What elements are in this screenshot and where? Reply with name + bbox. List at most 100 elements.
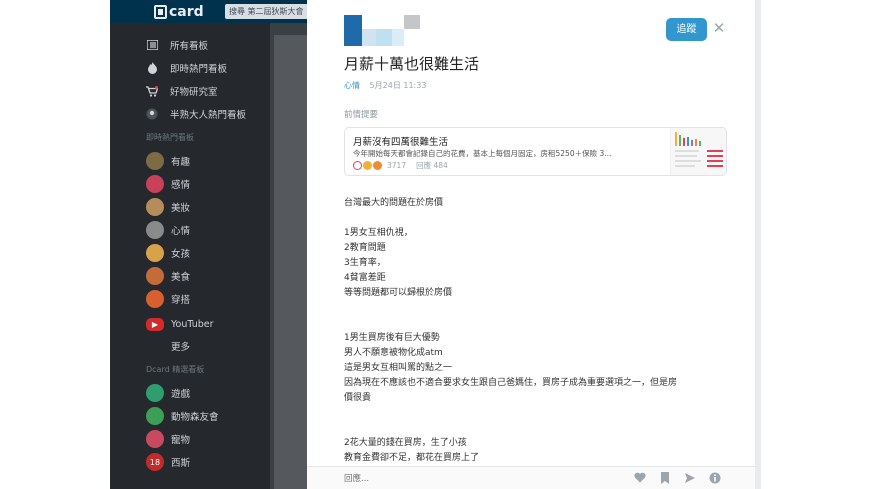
content-line bbox=[344, 421, 724, 436]
previous-post-label: 前情提要 bbox=[344, 110, 379, 120]
content-line: 2花大量的錢在買房，生了小孩 bbox=[344, 438, 467, 448]
post-board-link[interactable]: 心情 bbox=[344, 81, 360, 90]
content-line: 因為現在不應該也不適合要求女生跟自己爸媽住，買房子成為重要選項之一，但是房 bbox=[344, 378, 678, 388]
content-line bbox=[344, 301, 724, 316]
logo-text: card bbox=[169, 3, 204, 20]
sidebar-item-goods-lab[interactable]: 好物研究室 bbox=[146, 81, 218, 101]
content-line: 1男女互相仇視， bbox=[344, 228, 413, 238]
post-meta: 心情 5月24日 11:33 bbox=[344, 80, 426, 91]
previous-post-excerpt: 今年開始每天都會記錄自己的花費，基本上每個月固定，房租5250＋保險 3... bbox=[353, 149, 612, 158]
modal-scrollbar[interactable] bbox=[755, 0, 761, 489]
board-avatar-icon bbox=[146, 407, 164, 425]
previous-post-card[interactable]: 月薪沒有四萬很難生活 今年開始每天都會記錄自己的花費，基本上每個月固定，房租52… bbox=[344, 127, 727, 176]
community-icon bbox=[146, 108, 158, 120]
sidebar-item-label: 所有看板 bbox=[170, 41, 209, 52]
previous-post-replies: 回應 484 bbox=[416, 161, 448, 170]
board-item[interactable]: 18 西斯 bbox=[146, 452, 190, 472]
sidebar: 所有看板 即時熱門看板 好物研究室 半熟大人熱門看板 即時熱門看板 有趣 感情 … bbox=[110, 23, 270, 489]
board-item[interactable]: 遊戲 bbox=[146, 383, 190, 403]
board-item[interactable]: 感情 bbox=[146, 174, 190, 194]
board-item[interactable]: 心情 bbox=[146, 220, 190, 240]
sidebar-item-all-boards[interactable]: 所有看板 bbox=[146, 35, 208, 55]
author-avatar-pixelated bbox=[344, 15, 420, 46]
content-line bbox=[344, 406, 724, 421]
dcard-logo[interactable]: card bbox=[154, 2, 204, 21]
cart-icon bbox=[146, 85, 158, 97]
reply-bar bbox=[307, 466, 761, 489]
sidebar-item-label: 即時熱門看板 bbox=[170, 64, 228, 75]
board-label: 心情 bbox=[171, 226, 191, 237]
bookmark-icon[interactable] bbox=[658, 472, 671, 485]
board-avatar-icon bbox=[146, 384, 164, 402]
board-item[interactable]: 美食 bbox=[146, 266, 190, 286]
board-label: YouTuber bbox=[171, 318, 214, 330]
board-label: 穿搭 bbox=[171, 295, 191, 306]
heart-reaction-icon bbox=[353, 161, 362, 170]
post-modal-body[interactable]: 追蹤 ✕ 月薪十萬也很難生活 心情 5月24日 11:33 前情提要 月薪沒有四… bbox=[307, 0, 761, 466]
board-item[interactable]: 寵物 bbox=[146, 429, 190, 449]
board-item[interactable]: 動物森友會 bbox=[146, 406, 219, 426]
board-item[interactable]: 美妝 bbox=[146, 197, 190, 217]
post-date: 5月24日 11:33 bbox=[369, 81, 427, 90]
board-avatar-icon bbox=[146, 430, 164, 448]
content-line: 1男生買房後有巨大優勢 bbox=[344, 333, 440, 343]
content-line bbox=[344, 316, 724, 331]
sidebar-item-label: 好物研究室 bbox=[170, 87, 218, 98]
board-label: 女孩 bbox=[171, 249, 191, 260]
previous-post-likes: 3717 bbox=[387, 161, 407, 170]
sidebar-item-adult-boards[interactable]: 半熟大人熱門看板 bbox=[146, 104, 246, 124]
fire-icon bbox=[146, 62, 158, 74]
share-icon[interactable] bbox=[683, 472, 696, 485]
screen: card 搜尋 第二屆狄斯大會 所有看板 即時熱門看板 好物研究室 半熟大人熱門… bbox=[0, 0, 870, 489]
post-title: 月薪十萬也很難生活 bbox=[344, 55, 480, 73]
previous-post-thumbnail bbox=[670, 128, 726, 175]
board-avatar-icon bbox=[146, 221, 164, 239]
content-line: 教育金費卻不足，都花在買房上了 bbox=[344, 453, 480, 463]
previous-post-stats: 3717 回應 484 bbox=[353, 160, 448, 171]
board-label: 遊戲 bbox=[171, 389, 191, 400]
list-icon bbox=[146, 39, 158, 51]
sidebar-item-label: 半熟大人熱門看板 bbox=[170, 110, 247, 121]
board-item[interactable]: ▶ YouTuber bbox=[146, 314, 214, 334]
content-line bbox=[344, 211, 724, 226]
board-label: 有趣 bbox=[171, 157, 191, 168]
dcard-boards-section-label: Dcard 精選看板 bbox=[146, 365, 205, 374]
search-input[interactable]: 搜尋 第二屆狄斯大會 bbox=[225, 4, 315, 19]
follow-button[interactable]: 追蹤 bbox=[666, 18, 707, 41]
laugh-reaction-icon bbox=[363, 161, 372, 170]
content-line: 4貧富差距 bbox=[344, 273, 386, 283]
hot-boards-section-label: 即時熱門看板 bbox=[146, 133, 194, 142]
board-label: 西斯 bbox=[171, 458, 191, 469]
content-line: 2教育問題 bbox=[344, 243, 386, 253]
info-icon[interactable] bbox=[708, 472, 721, 485]
board-item[interactable]: 穿搭 bbox=[146, 289, 190, 309]
board-avatar-icon bbox=[146, 198, 164, 216]
sidebar-item-hot-boards[interactable]: 即時熱門看板 bbox=[146, 58, 227, 78]
board-avatar-icon: 18 bbox=[146, 453, 164, 471]
board-avatar-icon bbox=[146, 175, 164, 193]
post-modal: 追蹤 ✕ 月薪十萬也很難生活 心情 5月24日 11:33 前情提要 月薪沒有四… bbox=[307, 0, 761, 489]
board-avatar-icon bbox=[146, 290, 164, 308]
close-icon[interactable]: ✕ bbox=[711, 20, 727, 36]
board-label: 美食 bbox=[171, 272, 191, 283]
board-label: 感情 bbox=[171, 180, 191, 191]
content-line: 男人不願意被物化成atm bbox=[344, 348, 443, 358]
reply-input[interactable] bbox=[344, 472, 544, 485]
board-label: 美妝 bbox=[171, 203, 191, 214]
previous-post-title: 月薪沒有四萬很難生活 bbox=[353, 137, 449, 148]
heart-icon[interactable] bbox=[633, 472, 646, 485]
content-line: 價很貴 bbox=[344, 393, 372, 403]
board-avatar-icon bbox=[146, 267, 164, 285]
board-label: 動物森友會 bbox=[171, 412, 219, 423]
post-content: 台灣最大的問題在於房價 1男女互相仇視， 2教育問題 3生育率， 4貧富差距 等… bbox=[344, 196, 724, 466]
more-boards-link[interactable]: 更多 bbox=[171, 336, 190, 356]
content-line: 等等問題都可以歸根於房價 bbox=[344, 288, 453, 298]
content-line: 台灣最大的問題在於房價 bbox=[344, 198, 444, 208]
youtube-play-icon: ▶ bbox=[146, 317, 164, 331]
content-line: 這是男女互相叫罵的點之一 bbox=[344, 363, 453, 373]
board-item[interactable]: 有趣 bbox=[146, 151, 190, 171]
board-item[interactable]: 女孩 bbox=[146, 243, 190, 263]
board-avatar-icon bbox=[146, 244, 164, 262]
board-label: 寵物 bbox=[171, 435, 191, 446]
dcard-logo-icon bbox=[154, 4, 167, 19]
